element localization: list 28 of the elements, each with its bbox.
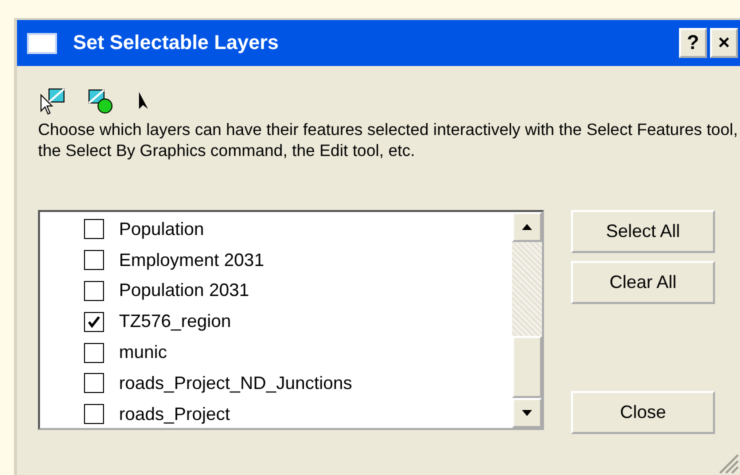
down-arrow-icon — [521, 409, 533, 417]
close-dialog-button[interactable]: Close — [571, 391, 715, 434]
window-title: Set Selectable Layers — [73, 32, 280, 54]
close-button[interactable]: × — [710, 28, 738, 58]
layer-name[interactable]: Population — [119, 218, 204, 240]
up-arrow-icon — [521, 223, 533, 231]
scrollbar[interactable] — [512, 212, 542, 428]
checkbox[interactable] — [84, 250, 104, 270]
layer-name[interactable]: Population 2031 — [119, 280, 250, 302]
checkbox[interactable] — [84, 373, 104, 394]
action-button[interactable]: Clear All — [571, 261, 715, 304]
checkbox[interactable] — [84, 280, 104, 301]
checkbox[interactable] — [84, 404, 104, 424]
layer-name[interactable]: Employment 2031 — [119, 250, 264, 271]
layer-name[interactable]: munic — [119, 342, 168, 364]
scroll-up-button[interactable] — [512, 212, 542, 242]
description-text: Choose which layers can have their features selected interactively with the Select Features tool, the Select By Graphics command, the Edit tool, etc. — [38, 120, 738, 162]
scroll-down-button[interactable] — [512, 398, 542, 428]
scroll-thumb[interactable] — [512, 336, 542, 398]
help-button[interactable]: ? — [679, 28, 707, 58]
layer-name[interactable]: TZ576_region — [119, 311, 232, 332]
layer-name[interactable]: roads_Project_ND_Junctions — [119, 372, 352, 394]
action-button[interactable]: Select All — [571, 210, 715, 253]
window-icon — [27, 32, 57, 54]
checkbox[interactable] — [84, 312, 104, 332]
checkbox[interactable] — [84, 342, 104, 363]
layer-name[interactable]: roads_Project — [119, 404, 230, 425]
checkbox[interactable] — [84, 219, 104, 240]
